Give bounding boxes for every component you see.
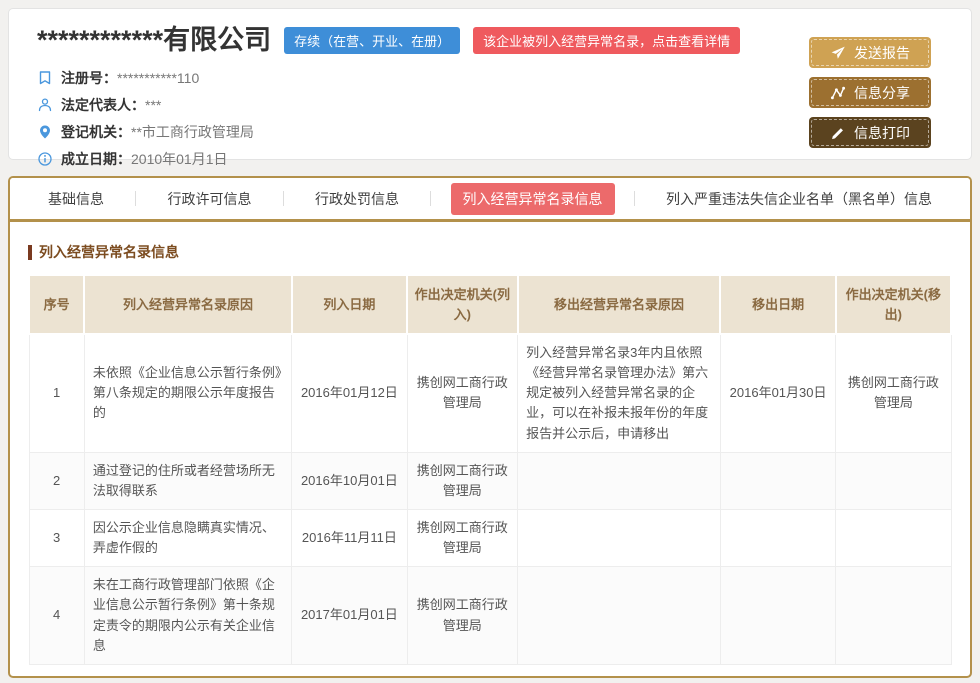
cell-list-date: 2016年10月01日 (292, 452, 407, 509)
tab-basic-info[interactable]: 基础信息 (36, 183, 116, 215)
status-badge: 存续（在营、开业、在册） (284, 27, 460, 54)
share-nodes-icon (830, 85, 846, 101)
detail-registration-number: 注册号： ***********110 (37, 65, 943, 92)
company-details-list: 注册号： ***********110 法定代表人： *** 登记机关： **市… (37, 65, 943, 173)
send-report-button[interactable]: 发送报告 (809, 37, 931, 68)
cell-list-authority: 携创网工商行政管理局 (407, 334, 518, 452)
detail-label: 法定代表人： (61, 95, 145, 115)
print-info-button[interactable]: 信息打印 (809, 117, 931, 148)
cell-remove-reason: 列入经营异常名录3年内且依照《经营异常名录管理办法》第六规定被列入经营异常名录的… (518, 334, 721, 452)
detail-establish-date: 成立日期： 2010年01月1日 (37, 146, 943, 173)
abnormal-operations-table: 序号 列入经营异常名录原因 列入日期 作出决定机关(列入) 移出经营异常名录原因… (28, 274, 952, 665)
tab-blacklist[interactable]: 列入严重违法失信企业名单（黑名单）信息 (654, 183, 944, 215)
detail-label: 登记机关： (61, 122, 131, 142)
action-button-label: 信息分享 (854, 83, 910, 103)
section-title-row: 列入经营异常名录信息 (28, 242, 952, 262)
cell-remove-authority (836, 567, 951, 665)
cell-remove-date (720, 509, 835, 566)
cell-list-date: 2016年01月12日 (292, 334, 407, 452)
company-name: ************有限公司 (37, 26, 271, 56)
detail-label: 注册号： (61, 68, 117, 88)
tab-divider (283, 191, 284, 206)
cell-remove-authority (836, 452, 951, 509)
cell-list-reason: 通过登记的住所或者经营场所无法取得联系 (84, 452, 291, 509)
cell-list-authority: 携创网工商行政管理局 (407, 452, 518, 509)
location-pin-icon (37, 124, 53, 140)
cell-index: 1 (29, 334, 84, 452)
company-name-row: ************有限公司 存续（在营、开业、在册） 该企业被列入经营异常… (37, 26, 943, 56)
share-info-button[interactable]: 信息分享 (809, 77, 931, 108)
col-header-list-reason: 列入经营异常名录原因 (84, 275, 291, 334)
cell-list-authority: 携创网工商行政管理局 (407, 567, 518, 665)
table-row: 1 未依照《企业信息公示暂行条例》第八条规定的期限公示年度报告的 2016年01… (29, 334, 951, 452)
cell-remove-date (720, 567, 835, 665)
header-action-buttons: 发送报告 信息分享 信息打印 (809, 37, 931, 148)
table-row: 4 未在工商行政管理部门依照《企业信息公示暂行条例》第十条规定责令的期限内公示有… (29, 567, 951, 665)
tab-administrative-license[interactable]: 行政许可信息 (156, 183, 264, 215)
action-button-label: 发送报告 (854, 43, 910, 63)
col-header-index: 序号 (29, 275, 84, 334)
tab-abnormal-operations[interactable]: 列入经营异常名录信息 (451, 183, 615, 215)
pencil-icon (830, 125, 846, 141)
cell-list-date: 2016年11月11日 (292, 509, 407, 566)
detail-value: ***********110 (117, 70, 199, 86)
detail-value: 2010年01月1日 (131, 149, 228, 169)
tab-administrative-penalty[interactable]: 行政处罚信息 (303, 183, 411, 215)
cell-index: 3 (29, 509, 84, 566)
cell-remove-reason (518, 567, 721, 665)
cell-index: 2 (29, 452, 84, 509)
tab-divider (135, 191, 136, 206)
cell-remove-authority (836, 509, 951, 566)
col-header-remove-reason: 移出经营异常名录原因 (518, 275, 721, 334)
tab-divider (634, 191, 635, 206)
main-content-card: 基础信息 行政许可信息 行政处罚信息 列入经营异常名录信息 列入严重违法失信企业… (8, 176, 972, 678)
info-circle-icon (37, 151, 53, 167)
tab-bar: 基础信息 行政许可信息 行政处罚信息 列入经营异常名录信息 列入严重违法失信企业… (10, 178, 970, 222)
col-header-list-date: 列入日期 (292, 275, 407, 334)
cell-list-date: 2017年01月01日 (292, 567, 407, 665)
cell-remove-reason (518, 509, 721, 566)
person-icon (37, 97, 53, 113)
detail-value: **市工商行政管理局 (131, 122, 254, 142)
cell-list-reason: 未依照《企业信息公示暂行条例》第八条规定的期限公示年度报告的 (84, 334, 291, 452)
cell-index: 4 (29, 567, 84, 665)
abnormal-operations-section: 列入经营异常名录信息 序号 列入经营异常名录原因 列入日期 作出决定机关(列入)… (10, 222, 970, 678)
table-header-row: 序号 列入经营异常名录原因 列入日期 作出决定机关(列入) 移出经营异常名录原因… (29, 275, 951, 334)
detail-legal-representative: 法定代表人： *** (37, 92, 943, 119)
registration-badge-icon (37, 70, 53, 86)
section-title-bar (28, 245, 32, 260)
cell-remove-date: 2016年01月30日 (720, 334, 835, 452)
cell-remove-reason (518, 452, 721, 509)
cell-list-authority: 携创网工商行政管理局 (407, 509, 518, 566)
detail-value: *** (145, 97, 161, 113)
detail-label: 成立日期： (61, 149, 131, 169)
table-row: 3 因公示企业信息隐瞒真实情况、弄虚作假的 2016年11月11日 携创网工商行… (29, 509, 951, 566)
cell-remove-date (720, 452, 835, 509)
table-row: 2 通过登记的住所或者经营场所无法取得联系 2016年10月01日 携创网工商行… (29, 452, 951, 509)
cell-remove-authority: 携创网工商行政管理局 (836, 334, 951, 452)
col-header-remove-date: 移出日期 (720, 275, 835, 334)
cell-list-reason: 因公示企业信息隐瞒真实情况、弄虚作假的 (84, 509, 291, 566)
paper-plane-icon (830, 45, 846, 61)
cell-list-reason: 未在工商行政管理部门依照《企业信息公示暂行条例》第十条规定责令的期限内公示有关企… (84, 567, 291, 665)
col-header-remove-authority: 作出决定机关(移出) (836, 275, 951, 334)
detail-registration-authority: 登记机关： **市工商行政管理局 (37, 119, 943, 146)
company-header-card: ************有限公司 存续（在营、开业、在册） 该企业被列入经营异常… (8, 8, 972, 160)
col-header-list-authority: 作出决定机关(列入) (407, 275, 518, 334)
tab-divider (430, 191, 431, 206)
section-title: 列入经营异常名录信息 (39, 242, 179, 262)
action-button-label: 信息打印 (854, 123, 910, 143)
abnormal-alert-badge[interactable]: 该企业被列入经营异常名录，点击查看详情 (473, 27, 740, 54)
